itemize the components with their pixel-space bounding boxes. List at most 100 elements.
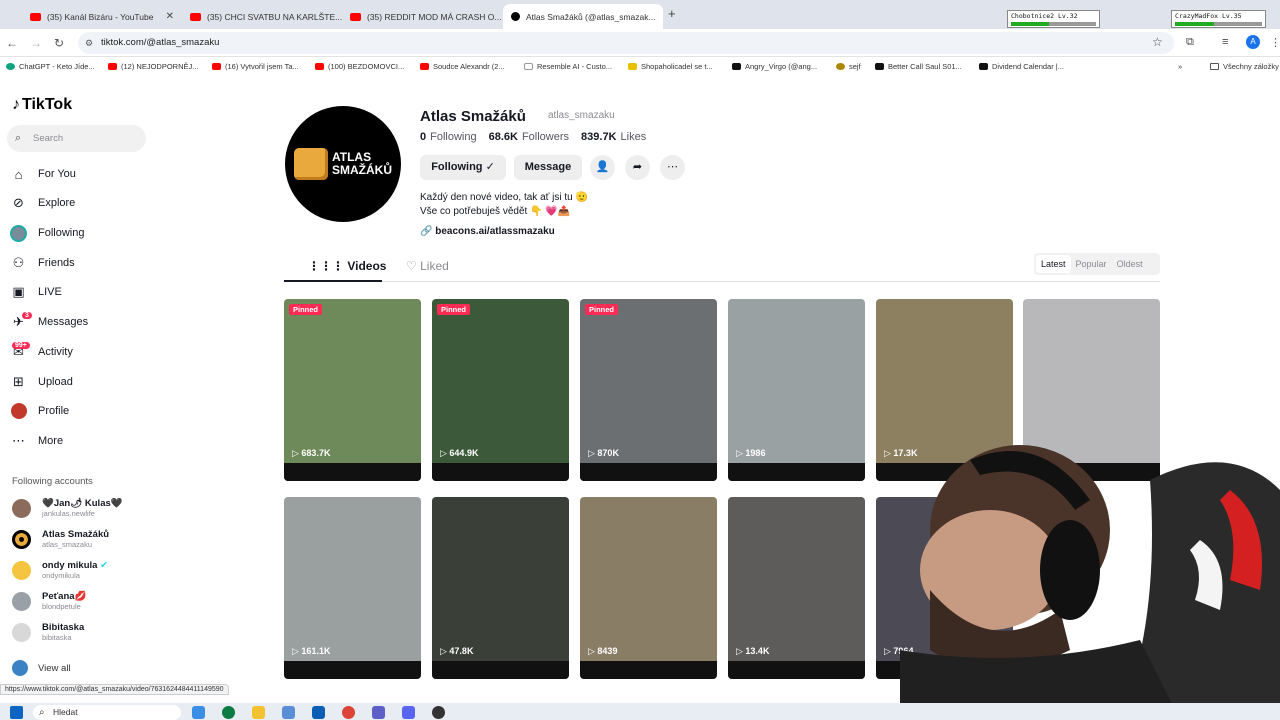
webcam-overlay xyxy=(900,445,1280,720)
nav-explore[interactable]: ⊘ Explore xyxy=(10,193,75,213)
x-icon xyxy=(628,63,637,70)
store-icon[interactable] xyxy=(282,706,295,719)
add-friend-icon[interactable]: 👤 xyxy=(590,155,615,180)
search-input[interactable]: ⌕ Search xyxy=(7,125,146,152)
close-icon[interactable]: ✕ xyxy=(656,11,663,22)
bookmark-star-icon[interactable]: ☆ xyxy=(1152,35,1163,49)
bread-logo-icon xyxy=(294,148,328,180)
profile-bio: Každý den nové video, tak ať jsi tu 🫡 Vš… xyxy=(420,192,588,217)
app-icon[interactable] xyxy=(432,706,445,719)
profile-icon xyxy=(10,403,27,420)
outlook-icon[interactable] xyxy=(312,706,325,719)
tiktok-icon xyxy=(511,12,520,21)
following-account[interactable]: Atlas Smažáků atlas_smazaku xyxy=(12,527,109,551)
following-account[interactable]: ondy mikula ✔ ondymikula xyxy=(12,558,108,582)
chrome-icon[interactable] xyxy=(342,706,355,719)
browser-profile-avatar[interactable]: A xyxy=(1246,35,1260,49)
avatar xyxy=(12,529,31,549)
bookmark[interactable]: Angry_Virgo (@ang... xyxy=(732,62,817,71)
video-card[interactable]: ▷ 8439 xyxy=(580,497,717,679)
activity-badge: 99+ xyxy=(12,342,30,349)
play-icon: ▷ xyxy=(736,448,746,458)
play-icon: ▷ xyxy=(292,448,302,458)
sort-oldest[interactable]: Oldest xyxy=(1112,255,1148,273)
play-icon: ▷ xyxy=(588,646,598,656)
following-account[interactable]: Peťana💋 blondpetule xyxy=(12,589,86,613)
tiktok-sidebar: ♪ TikTok ⌕ Search ⌂ For You ⊘ Explore Follow… xyxy=(0,78,190,688)
reload-icon[interactable]: ↻ xyxy=(54,36,64,50)
profile-name: Atlas Smažáků xyxy=(420,108,526,125)
discord-icon[interactable] xyxy=(402,706,415,719)
video-card[interactable]: ▷ 161.1K xyxy=(284,497,421,679)
deer-icon xyxy=(836,63,845,70)
close-icon[interactable]: ✕ xyxy=(501,11,502,22)
video-card[interactable]: Pinned ▷ 870K xyxy=(580,299,717,481)
browser-tab-active[interactable]: Atlas Smažáků (@atlas_smazak...✕ xyxy=(503,4,663,29)
bookmarks-overflow-icon[interactable]: » xyxy=(1178,62,1182,71)
video-card[interactable]: ▷ 1986 xyxy=(728,299,865,481)
following-button[interactable]: Following ✓ xyxy=(420,155,506,180)
view-count: ▷ 870K xyxy=(588,448,619,458)
view-count: ▷ 161.1K xyxy=(292,646,331,656)
browser-tab[interactable]: (35) Kanál Bizáru - YouTube ✕ xyxy=(22,4,182,29)
bookmark[interactable]: ChatGPT - Keto Jíde... xyxy=(6,62,95,71)
browser-tab[interactable]: (35) CHCI SVATBU NA KARLŠTE...✕ xyxy=(182,4,342,29)
edge-icon[interactable] xyxy=(222,706,235,719)
video-card-footer xyxy=(728,463,865,481)
video-card[interactable]: ▷ 13.4K xyxy=(728,497,865,679)
imdb-icon xyxy=(875,63,884,70)
windows-start-icon[interactable] xyxy=(10,706,23,719)
nav-profile[interactable]: Profile xyxy=(10,401,69,421)
bookmark[interactable]: Shopaholicadel se t... xyxy=(628,62,713,71)
nav-live[interactable]: ▣ LIVE xyxy=(10,282,62,302)
bookmark[interactable]: Dividend Calendar |... xyxy=(979,62,1064,71)
extensions-icon[interactable]: ⧉ xyxy=(1186,36,1194,49)
youtube-icon xyxy=(420,63,429,70)
following-account[interactable]: Bibitaska bibitaska xyxy=(12,620,84,644)
video-card[interactable]: ▷ 47.8K xyxy=(432,497,569,679)
tiktok-icon xyxy=(732,63,741,70)
share-icon[interactable]: ➦ xyxy=(625,155,650,180)
video-card[interactable]: Pinned ▷ 683.7K xyxy=(284,299,421,481)
bookmark[interactable]: Better Call Saul S01... xyxy=(875,62,962,71)
more-options-icon[interactable]: ⋯ xyxy=(660,155,685,180)
following-account[interactable]: 🖤Jan🌶 Kulas🖤 jankulas.newlife xyxy=(12,496,123,520)
nav-upload[interactable]: ⊞ Upload xyxy=(10,372,73,392)
bookmark[interactable]: sejf xyxy=(836,62,861,71)
taskbar-search[interactable]: ⌕ Hledat xyxy=(33,705,181,720)
new-tab-icon[interactable]: + xyxy=(668,6,676,21)
following-stat[interactable]: 0 Following xyxy=(420,131,477,143)
bookmark[interactable]: (16) Vytvořil jsem Ta... xyxy=(212,62,299,71)
close-icon[interactable]: ✕ xyxy=(158,11,174,22)
browser-tab[interactable]: (35) REDDIT MOD MÁ CRASH O...✕ xyxy=(342,4,502,29)
file-explorer-icon[interactable] xyxy=(252,706,265,719)
sort-latest[interactable]: Latest xyxy=(1036,255,1071,273)
upload-icon: ⊞ xyxy=(13,374,24,389)
bookmark[interactable]: Soudce Alexandr (2... xyxy=(420,62,505,71)
nav-more[interactable]: ⋯ More xyxy=(10,431,63,451)
nav-friends[interactable]: ⚇ Friends xyxy=(10,253,75,273)
bookmark[interactable]: (100) BEZDOMOVCI... xyxy=(315,62,404,71)
widgets-icon[interactable] xyxy=(192,706,205,719)
tab-videos[interactable]: ⋮⋮⋮ Videos xyxy=(308,259,386,273)
back-icon[interactable]: ← xyxy=(6,36,18,50)
forward-icon[interactable]: → xyxy=(30,36,42,50)
profile-link[interactable]: 🔗 beacons.ai/atlassmazaku xyxy=(420,226,555,237)
menu-icon[interactable]: ⋮ xyxy=(1270,36,1280,49)
media-icon[interactable]: ≡ xyxy=(1222,36,1228,48)
bookmark[interactable]: (12) NEJODPORNĚJ... xyxy=(108,62,199,71)
followers-stat[interactable]: 68.6K Followers xyxy=(489,131,569,143)
tiktok-logo[interactable]: ♪ TikTok xyxy=(12,96,72,114)
message-button[interactable]: Message xyxy=(514,155,582,180)
view-all-link[interactable]: View all xyxy=(12,660,71,676)
bookmark[interactable]: Resemble AI - Custo... xyxy=(524,62,612,71)
video-card[interactable]: Pinned ▷ 644.9K xyxy=(432,299,569,481)
nav-for-you[interactable]: ⌂ For You xyxy=(10,164,76,184)
site-info-icon[interactable]: ⚙ xyxy=(85,32,93,54)
url-field[interactable]: ⚙ tiktok.com/@atlas_smazaku xyxy=(78,32,1174,54)
nav-following[interactable]: Following xyxy=(10,223,84,243)
sort-popular[interactable]: Popular xyxy=(1071,255,1112,273)
all-bookmarks[interactable]: Všechny záložky xyxy=(1210,62,1279,71)
tab-liked[interactable]: ♡ Liked xyxy=(406,259,449,273)
teams-icon[interactable] xyxy=(372,706,385,719)
